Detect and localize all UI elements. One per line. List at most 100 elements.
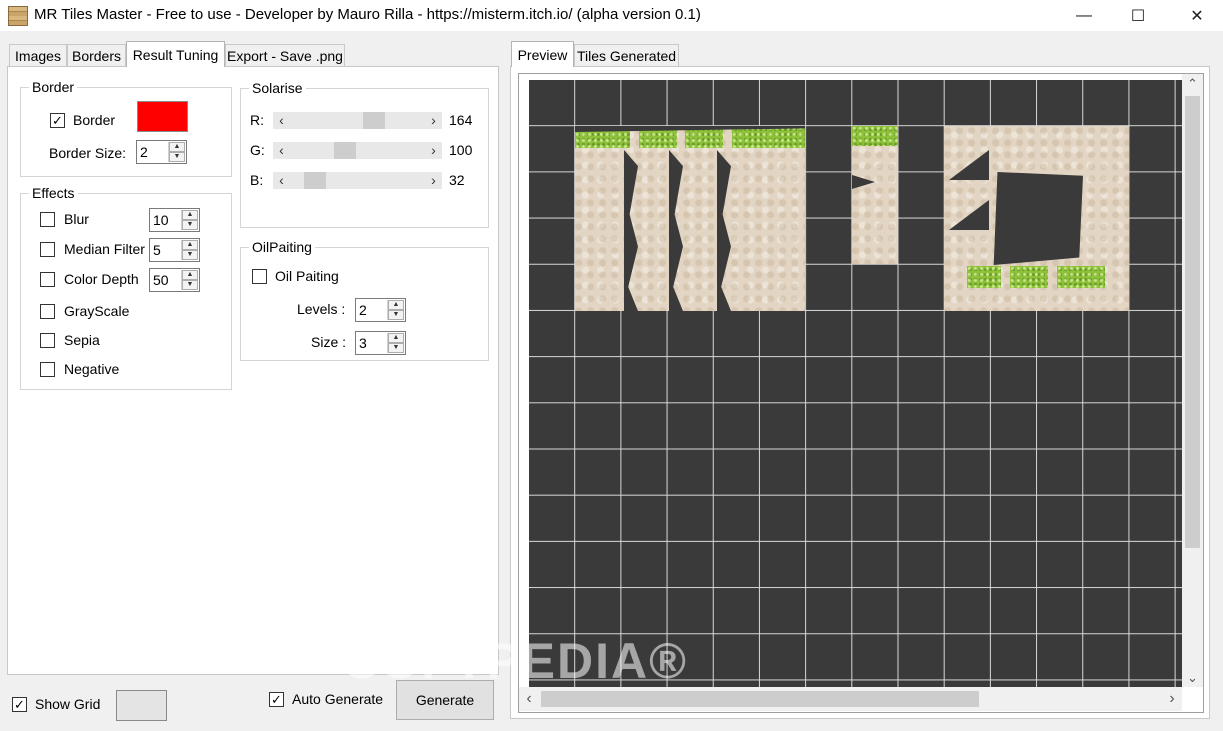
title-bar: MR Tiles Master - Free to use - Develope… [0,0,1223,31]
oil-levels-value: 2 [359,302,367,318]
horizontal-scrollbar[interactable]: ‹ › [519,687,1182,711]
solarise-b-thumb[interactable] [304,172,327,189]
grass-tile [1010,266,1048,288]
frame-hole [993,172,1083,265]
spin-up-icon[interactable]: ▲ [388,300,404,310]
show-grid-label: Show Grid [35,696,101,712]
arrow-right-icon[interactable]: › [425,172,442,189]
solarise-g-label: G: [250,142,265,158]
negative-label: Negative [64,361,120,377]
spin-up-icon[interactable]: ▲ [169,142,185,152]
spin-up-icon[interactable]: ▲ [182,270,198,280]
show-grid-checkbox[interactable]: ✓ [12,697,27,712]
tab-export-save[interactable]: Export - Save .png [225,44,345,66]
color-depth-stepper[interactable]: 50 ▲ ▼ [149,268,200,292]
sepia-checkbox[interactable] [40,333,55,348]
median-filter-stepper[interactable]: 5 ▲ ▼ [149,238,200,262]
border-group-title: Border [29,79,78,95]
solarise-g-thumb[interactable] [334,142,357,159]
spin-down-icon[interactable]: ▼ [388,310,404,320]
blur-stepper[interactable]: 10 ▲ ▼ [149,208,200,232]
spin-down-icon[interactable]: ▼ [182,220,198,230]
oil-size-label: Size : [311,334,347,350]
solarise-g-scrollbar[interactable]: ‹ › [273,142,442,159]
grass-tile [1057,266,1105,288]
arrow-left-icon[interactable]: ‹ [273,172,290,189]
border-size-label: Border Size: [49,145,127,161]
blur-label: Blur [64,211,89,227]
grass-tile [852,126,898,146]
spin-down-icon[interactable]: ▼ [182,250,198,260]
arrow-left-icon[interactable]: ‹ [273,142,290,159]
effects-group-title: Effects [29,185,78,201]
arrow-right-icon[interactable]: › [425,142,442,159]
solarise-r-thumb[interactable] [362,112,385,129]
border-color-swatch[interactable] [137,101,188,132]
negative-checkbox[interactable] [40,362,55,377]
solarise-r-value: 164 [449,112,473,128]
maximize-button[interactable]: ☐ [1115,0,1161,31]
grayscale-checkbox[interactable] [40,304,55,319]
border-group: Border ✓ Border Border Size: 2 ▲ ▼ [20,79,232,177]
auto-generate-checkbox[interactable]: ✓ [269,692,284,707]
scroll-left-icon[interactable]: ‹ [519,687,539,711]
window-title: MR Tiles Master - Free to use - Develope… [34,6,701,23]
spin-down-icon[interactable]: ▼ [169,152,185,162]
spin-down-icon[interactable]: ▼ [388,343,404,353]
spin-up-icon[interactable]: ▲ [182,210,198,220]
arrow-left-icon[interactable]: ‹ [273,112,290,129]
result-tuning-panel: Border ✓ Border Border Size: 2 ▲ ▼ Effect… [7,66,499,675]
median-filter-label: Median Filter [64,241,145,257]
solarise-b-scrollbar[interactable]: ‹ › [273,172,442,189]
auto-generate-label: Auto Generate [292,691,384,707]
tile-block [852,126,898,264]
solarise-r-label: R: [250,112,264,128]
blur-checkbox[interactable] [40,212,55,227]
close-button[interactable]: ✕ [1174,0,1220,31]
arrow-right-icon[interactable]: › [425,112,442,129]
color-depth-value: 50 [153,272,169,288]
border-checkbox-label: Border [73,112,116,128]
oil-size-value: 3 [359,335,367,351]
tab-images[interactable]: Images [9,44,67,66]
blur-value: 10 [153,212,169,228]
border-size-value: 2 [140,144,148,160]
spin-up-icon[interactable]: ▲ [182,240,198,250]
minimize-button[interactable]: — [1061,0,1107,31]
oil-levels-label: Levels : [297,301,346,317]
vertical-scrollbar[interactable]: ⌃ ⌄ [1182,74,1203,687]
border-checkbox[interactable]: ✓ [50,113,65,128]
vertical-scroll-thumb[interactable] [1185,96,1200,548]
tab-tiles-generated[interactable]: Tiles Generated [574,44,679,66]
median-filter-checkbox[interactable] [40,242,55,257]
border-size-stepper[interactable]: 2 ▲ ▼ [136,140,187,164]
median-filter-value: 5 [153,242,161,258]
sepia-label: Sepia [64,332,100,348]
solarise-group-title: Solarise [249,80,306,96]
grass-tile [967,266,1001,288]
scroll-up-icon[interactable]: ⌃ [1182,74,1203,94]
oil-levels-stepper[interactable]: 2 ▲ ▼ [355,298,406,322]
spin-down-icon[interactable]: ▼ [182,280,198,290]
color-depth-checkbox[interactable] [40,272,55,287]
grid-color-swatch[interactable] [116,690,167,721]
solarise-r-scrollbar[interactable]: ‹ › [273,112,442,129]
spin-up-icon[interactable]: ▲ [388,333,404,343]
oilpainting-group: OilPaiting Oil Paiting Levels : 2 ▲ ▼ Siz… [240,239,489,361]
horizontal-scroll-thumb[interactable] [541,691,979,707]
scroll-right-icon[interactable]: › [1162,687,1182,711]
scroll-down-icon[interactable]: ⌄ [1182,669,1203,687]
tab-borders[interactable]: Borders [67,44,126,66]
oil-size-stepper[interactable]: 3 ▲ ▼ [355,331,406,355]
solarise-g-value: 100 [449,142,473,158]
effects-group: Effects Blur 10 ▲ ▼ Median Filter 5 ▲ ▼ Co… [20,185,232,390]
oil-painting-label: Oil Paiting [275,268,339,284]
tile-block [575,126,805,311]
solarise-group: Solarise R: ‹ › 164 G: ‹ › 100 B: ‹ › 32 [240,80,489,228]
preview-canvas[interactable] [529,80,1182,687]
oil-painting-checkbox[interactable] [252,269,267,284]
tab-preview[interactable]: Preview [511,41,574,67]
softpedia-watermark: SOFTPEDIA® [345,633,688,689]
tab-result-tuning[interactable]: Result Tuning [126,41,225,67]
app-icon [8,6,28,26]
